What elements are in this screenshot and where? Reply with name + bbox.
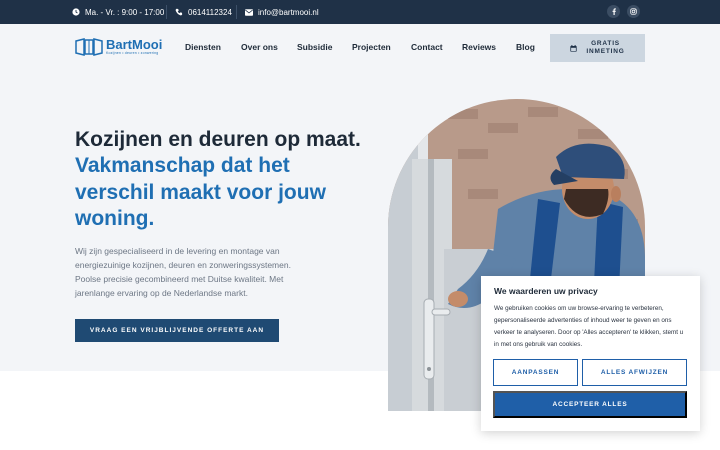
calendar-icon bbox=[570, 44, 578, 52]
facebook-icon[interactable] bbox=[607, 5, 620, 18]
logo[interactable]: BartMooi Kozijnen • deuren • zonwering bbox=[75, 38, 162, 56]
hero-heading-line-2: Vakmanschap dat het bbox=[75, 154, 290, 177]
nav-blog[interactable]: Blog bbox=[516, 42, 535, 52]
cookie-title: We waarderen uw privacy bbox=[494, 286, 598, 296]
phone-icon bbox=[175, 8, 183, 16]
divider bbox=[166, 5, 167, 19]
accept-all-cookies-button[interactable]: ACCEPTEER ALLES bbox=[493, 391, 687, 418]
divider bbox=[236, 5, 237, 19]
cookie-consent-panel: We waarderen uw privacy We gebruiken coo… bbox=[481, 276, 700, 431]
hero-description: Wij zijn gespecialiseerd in de levering … bbox=[75, 246, 291, 298]
email-text: info@bartmooi.nl bbox=[258, 7, 319, 17]
instagram-icon[interactable] bbox=[627, 5, 640, 18]
top-bar: Ma. - Vr. : 9:00 - 17:00 0614112324 info… bbox=[0, 0, 720, 24]
cta-line-2: INMETING bbox=[586, 48, 625, 55]
request-quote-button[interactable]: VRAAG EEN VRIJBLIJVENDE OFFERTE AAN bbox=[75, 319, 279, 342]
logo-tagline: Kozijnen • deuren • zonwering bbox=[106, 51, 159, 55]
reject-all-cookies-button[interactable]: ALLES AFWIJZEN bbox=[582, 359, 687, 386]
customize-cookies-button[interactable]: AANPASSEN bbox=[493, 359, 578, 386]
nav-reviews[interactable]: Reviews bbox=[462, 42, 496, 52]
nav-over-ons[interactable]: Over ons bbox=[241, 42, 278, 52]
phone-link[interactable]: 0614112324 bbox=[175, 0, 232, 24]
cookie-text: We gebruiken cookies om uw browse-ervari… bbox=[494, 305, 684, 348]
phone-text: 0614112324 bbox=[188, 7, 232, 17]
free-measurement-button[interactable]: GRATIS INMETING bbox=[550, 34, 645, 62]
nav-projecten[interactable]: Projecten bbox=[352, 42, 391, 52]
envelope-icon bbox=[245, 8, 253, 16]
hero-heading-line-1: Kozijnen en deuren op maat. bbox=[75, 128, 361, 151]
logo-text: BartMooi bbox=[106, 37, 163, 52]
cta-line-1: GRATIS bbox=[591, 40, 620, 47]
hero-heading-line-4: woning. bbox=[75, 207, 155, 230]
nav-diensten[interactable]: Diensten bbox=[185, 42, 221, 52]
hero-heading-line-3: verschil maakt voor jouw bbox=[75, 181, 326, 204]
opening-hours: Ma. - Vr. : 9:00 - 17:00 bbox=[72, 0, 164, 24]
window-frame-logo-icon bbox=[75, 38, 103, 56]
site-header: BartMooi Kozijnen • deuren • zonwering D… bbox=[0, 24, 720, 71]
clock-icon bbox=[72, 8, 80, 16]
email-link[interactable]: info@bartmooi.nl bbox=[245, 0, 319, 24]
nav-contact[interactable]: Contact bbox=[411, 42, 443, 52]
hours-text: Ma. - Vr. : 9:00 - 17:00 bbox=[85, 7, 165, 17]
nav-subsidie[interactable]: Subsidie bbox=[297, 42, 332, 52]
